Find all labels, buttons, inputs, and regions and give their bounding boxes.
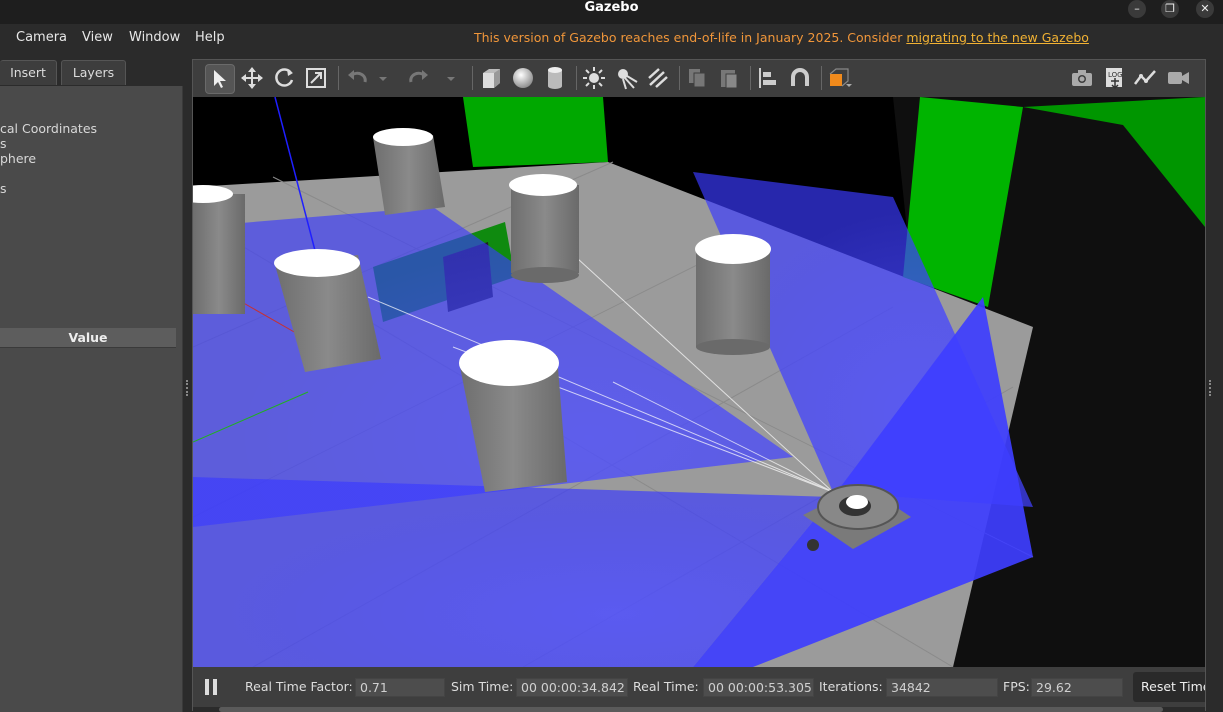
magnet-snap-icon[interactable] bbox=[786, 64, 814, 92]
tree-item-spherical-coordinates[interactable]: cal Coordinates bbox=[0, 122, 97, 136]
tree-item-physics[interactable]: s bbox=[0, 137, 7, 151]
tab-insert[interactable]: Insert bbox=[0, 60, 57, 85]
sun-light-icon[interactable] bbox=[580, 64, 608, 92]
select-arrow-icon[interactable] bbox=[205, 64, 235, 94]
horizontal-scrollbar[interactable] bbox=[193, 707, 1205, 712]
cylinder-obstacle bbox=[193, 185, 245, 314]
toolbar-separator bbox=[821, 66, 822, 90]
eol-notice: This version of Gazebo reaches end-of-li… bbox=[474, 30, 1089, 46]
sphere-icon[interactable] bbox=[509, 64, 537, 92]
sim-time-label: Sim Time: bbox=[451, 679, 514, 694]
cylinder-obstacle bbox=[509, 174, 579, 283]
tab-layers[interactable]: Layers bbox=[61, 60, 126, 85]
undo-dropdown-icon[interactable] bbox=[375, 64, 391, 92]
reset-time-button[interactable]: Reset Time bbox=[1133, 672, 1205, 702]
fps-value: 29.62 bbox=[1031, 678, 1123, 697]
cylinder-obstacle bbox=[695, 234, 771, 355]
spot-light-icon[interactable] bbox=[612, 64, 640, 92]
status-bar: Real Time Factor: 0.71 Sim Time: 00 00:0… bbox=[193, 667, 1205, 707]
pause-icon[interactable] bbox=[203, 679, 219, 695]
undo-icon[interactable] bbox=[343, 64, 371, 92]
render-workspace: LOG Real Time Factor: 0.71 Sim Time: 00 … bbox=[192, 59, 1206, 712]
eol-notice-text: This version of Gazebo reaches end-of-li… bbox=[474, 30, 907, 45]
sim-time-value: 00 00:00:34.842 bbox=[516, 678, 628, 697]
title-bar: Gazebo – ❐ ✕ bbox=[0, 0, 1223, 24]
left-panel: Insert Layers cal Coordinates s phere s … bbox=[0, 58, 185, 712]
copy-icon[interactable] bbox=[683, 64, 711, 92]
translate-icon[interactable] bbox=[238, 64, 266, 92]
world-tree: cal Coordinates s phere s ...... Value bbox=[0, 86, 183, 712]
toolbar-separator bbox=[679, 66, 680, 90]
menu-window[interactable]: Window bbox=[129, 30, 180, 46]
paste-icon[interactable] bbox=[715, 64, 743, 92]
redo-icon[interactable] bbox=[405, 64, 433, 92]
menu-view[interactable]: View bbox=[82, 30, 113, 46]
iterations-value: 34842 bbox=[886, 678, 998, 697]
fps-label: FPS: bbox=[1003, 679, 1030, 694]
redo-dropdown-icon[interactable] bbox=[443, 64, 459, 92]
align-icon[interactable] bbox=[754, 64, 782, 92]
property-value-header: Value bbox=[0, 328, 176, 348]
scrollbar-thumb[interactable] bbox=[219, 707, 1163, 712]
toolbar-separator bbox=[576, 66, 577, 90]
left-splitter-handle[interactable] bbox=[186, 380, 190, 396]
migration-link[interactable]: migrating to the new Gazebo bbox=[906, 30, 1089, 45]
log-icon[interactable]: LOG bbox=[1099, 64, 1127, 92]
screenshot-icon[interactable] bbox=[1068, 64, 1096, 92]
menu-camera[interactable]: Camera bbox=[16, 30, 67, 46]
toolbar-separator bbox=[472, 66, 473, 90]
restore-icon[interactable]: ❐ bbox=[1161, 0, 1179, 18]
svg-text:LOG: LOG bbox=[1108, 71, 1123, 79]
real-time-label: Real Time: bbox=[633, 679, 699, 694]
real-time-factor-value: 0.71 bbox=[355, 678, 445, 697]
rotate-icon[interactable] bbox=[270, 64, 298, 92]
view-angle-icon[interactable] bbox=[825, 64, 853, 92]
real-time-factor-label: Real Time Factor: bbox=[245, 679, 353, 694]
menu-help[interactable]: Help bbox=[195, 30, 225, 46]
box-icon[interactable] bbox=[477, 64, 505, 92]
plot-icon[interactable] bbox=[1131, 64, 1159, 92]
real-time-value: 00 00:00:53.305 bbox=[703, 678, 814, 697]
tree-item-atmosphere[interactable]: phere bbox=[0, 152, 36, 166]
directional-light-icon[interactable] bbox=[644, 64, 672, 92]
scene-render bbox=[193, 97, 1205, 667]
window-title: Gazebo bbox=[584, 0, 639, 15]
wall-back-left bbox=[463, 97, 608, 167]
scene-3d-viewport[interactable] bbox=[193, 97, 1205, 667]
cylinder-icon[interactable] bbox=[541, 64, 569, 92]
toolbar-separator bbox=[750, 66, 751, 90]
video-record-icon[interactable] bbox=[1164, 64, 1192, 92]
minimize-icon[interactable]: – bbox=[1128, 0, 1146, 18]
toolbar-separator bbox=[338, 66, 339, 90]
tree-item-lights[interactable]: s bbox=[0, 182, 7, 196]
menu-bar: Camera View Window Help This version of … bbox=[0, 24, 1223, 56]
tool-bar: LOG bbox=[193, 60, 1205, 98]
close-icon[interactable]: ✕ bbox=[1196, 0, 1214, 18]
iterations-label: Iterations: bbox=[819, 679, 883, 694]
scale-icon[interactable] bbox=[302, 64, 330, 92]
right-splitter-handle[interactable] bbox=[1209, 380, 1213, 396]
